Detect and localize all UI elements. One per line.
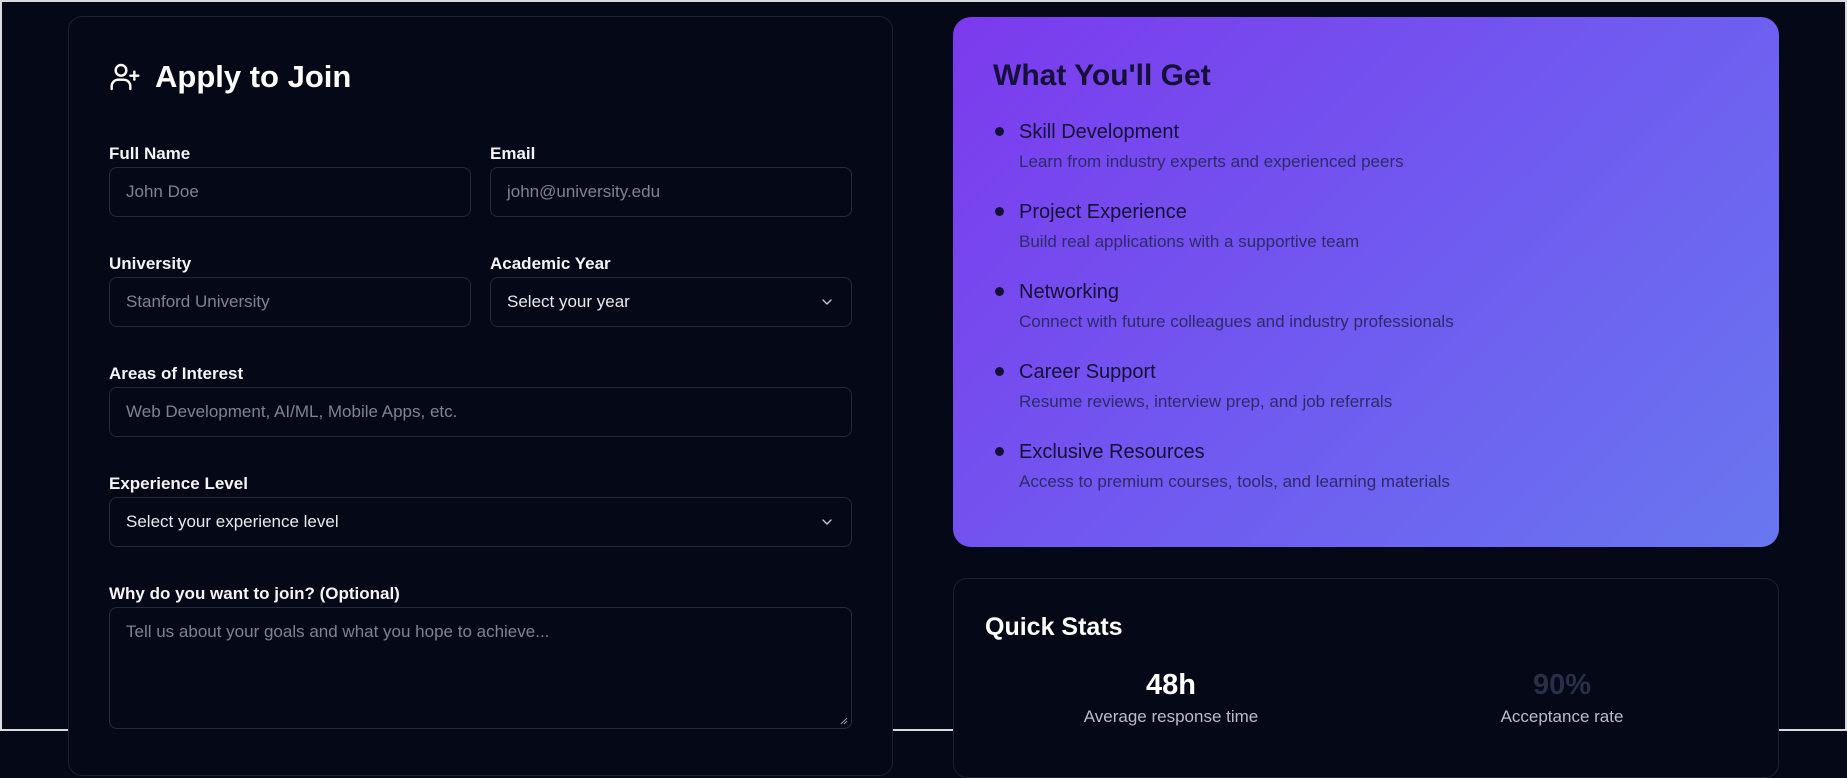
benefit-title: Exclusive Resources (1019, 441, 1205, 463)
benefit-item: Project Experience Build real applicatio… (993, 197, 1739, 277)
benefit-item: Networking Connect with future colleague… (993, 277, 1739, 357)
stats-title: Quick Stats (985, 613, 1123, 641)
benefit-description: Learn from industry experts and experien… (1019, 152, 1404, 171)
interests-label: Areas of Interest (109, 364, 244, 383)
benefit-title: Networking (1019, 281, 1120, 303)
experience-field: Experience Level Select your experience … (109, 473, 852, 547)
full-name-placeholder: John Doe (126, 182, 199, 201)
email-label: Email (490, 144, 536, 163)
benefit-description: Resume reviews, interview prep, and job … (1019, 392, 1393, 411)
benefit-title: Skill Development (1019, 121, 1180, 143)
why-join-field: Why do you want to join? (Optional) Tell… (109, 583, 852, 729)
page-frame: Apply to Join Full Name John Doe Email j… (0, 0, 1847, 778)
stat-label: Acceptance rate (1500, 707, 1624, 726)
bullet-icon (995, 287, 1004, 296)
academic-year-label: Academic Year (490, 254, 611, 273)
stat-label: Average response time (1083, 707, 1259, 726)
stat-acceptance-rate: 90% Acceptance rate (1412, 667, 1712, 727)
form-header: Apply to Join (109, 59, 351, 95)
form-title: Apply to Join (155, 59, 352, 94)
academic-year-select[interactable]: Select your year (490, 277, 852, 327)
university-field: University Stanford University (109, 253, 471, 327)
quick-stats-card: Quick Stats 48h Average response time 90… (953, 578, 1779, 778)
chevron-down-icon (822, 299, 832, 305)
experience-value: Select your experience level (126, 512, 339, 531)
experience-select[interactable]: Select your experience level (109, 497, 852, 547)
email-placeholder: john@university.edu (507, 182, 661, 201)
user-plus-icon (110, 63, 140, 91)
bullet-icon (995, 367, 1004, 376)
benefit-title: Career Support (1019, 361, 1156, 383)
benefits-list: Skill Development Learn from industry ex… (993, 117, 1739, 517)
bullet-icon (995, 127, 1004, 136)
stat-value: 90% (1532, 669, 1592, 701)
interests-field: Areas of Interest Web Development, AI/ML… (109, 363, 852, 437)
benefit-title: Project Experience (1019, 201, 1187, 223)
resize-handle-icon[interactable] (840, 717, 848, 725)
full-name-field: Full Name John Doe (109, 143, 471, 217)
benefit-item: Exclusive Resources Access to premium co… (993, 437, 1739, 517)
chevron-down-icon (822, 519, 832, 525)
interests-placeholder: Web Development, AI/ML, Mobile Apps, etc… (126, 402, 458, 421)
benefit-description: Access to premium courses, tools, and le… (1019, 472, 1450, 491)
academic-year-value: Select your year (507, 292, 630, 311)
bullet-icon (995, 447, 1004, 456)
benefit-description: Build real applications with a supportiv… (1019, 232, 1360, 251)
full-name-input[interactable]: John Doe (109, 167, 471, 217)
why-join-label: Why do you want to join? (Optional) (109, 584, 400, 603)
email-input[interactable]: john@university.edu (490, 167, 852, 217)
why-join-placeholder: Tell us about your goals and what you ho… (126, 622, 550, 641)
benefit-description: Connect with future colleagues and indus… (1019, 312, 1454, 331)
application-form-card: Apply to Join Full Name John Doe Email j… (68, 16, 893, 776)
stat-value: 48h (1146, 669, 1196, 701)
benefits-panel: What You'll Get Skill Development Learn … (953, 17, 1779, 547)
benefits-title: What You'll Get (993, 59, 1211, 92)
experience-label: Experience Level (109, 474, 248, 493)
university-label: University (109, 254, 192, 273)
full-name-label: Full Name (109, 144, 191, 163)
benefit-item: Career Support Resume reviews, interview… (993, 357, 1739, 437)
why-join-textarea[interactable]: Tell us about your goals and what you ho… (109, 607, 852, 729)
email-field: Email john@university.edu (490, 143, 852, 217)
university-input[interactable]: Stanford University (109, 277, 471, 327)
stat-response-time: 48h Average response time (1021, 667, 1321, 727)
academic-year-field: Academic Year Select your year (490, 253, 852, 327)
benefit-item: Skill Development Learn from industry ex… (993, 117, 1739, 197)
bullet-icon (995, 207, 1004, 216)
interests-input[interactable]: Web Development, AI/ML, Mobile Apps, etc… (109, 387, 852, 437)
university-placeholder: Stanford University (126, 292, 270, 311)
